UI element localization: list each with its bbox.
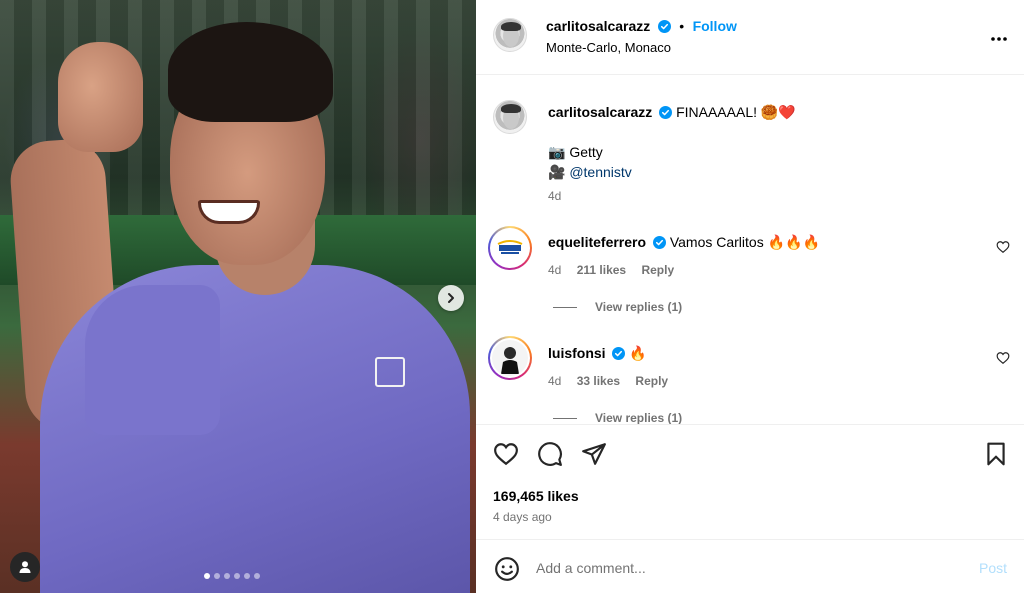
comment-2-author[interactable]: luisfonsi: [548, 345, 606, 361]
chevron-right-icon: [448, 293, 454, 303]
comments-list[interactable]: carlitosalcarazz FINAAAAAL! 🥮❤️ 📷 Getty …: [476, 76, 1024, 424]
save-bookmark-icon[interactable]: [983, 441, 1009, 467]
comment-1-text-row: equeliteferrero Vamos Carlitos 🔥🔥🔥: [548, 233, 968, 251]
author-username[interactable]: carlitosalcarazz: [546, 18, 650, 34]
comment-2-reply-button[interactable]: Reply: [635, 374, 668, 388]
like-comment-2-heart-icon[interactable]: [996, 351, 1010, 365]
author-avatar[interactable]: [493, 18, 527, 52]
replies-divider-line: [553, 306, 577, 308]
comment-1-meta: 4d 211 likes Reply: [548, 263, 1024, 277]
video-camera-emoji-icon: 🎥: [548, 164, 570, 180]
carousel-dot: [214, 573, 220, 579]
comment-1-time[interactable]: 4d: [548, 263, 561, 277]
comment-2-text-row: luisfonsi 🔥: [548, 344, 968, 362]
person-photo-icon: [501, 347, 519, 374]
photo-sleeve: [85, 285, 220, 435]
more-options-button[interactable]: [990, 26, 1008, 46]
header-name-row: carlitosalcarazz • Follow: [546, 18, 737, 36]
verified-badge-icon: [657, 20, 671, 33]
post-timestamp[interactable]: 4 days ago: [493, 510, 552, 524]
carousel-dot: [224, 573, 230, 579]
like-comment-1-heart-icon[interactable]: [996, 240, 1010, 254]
comment-2-time[interactable]: 4d: [548, 374, 561, 388]
tagged-users-button[interactable]: [10, 552, 40, 582]
verified-badge-icon: [652, 236, 666, 249]
post-header: carlitosalcarazz • Follow Monte-Carlo, M…: [476, 0, 1024, 75]
commenter-avatar-ferrero[interactable]: [488, 226, 532, 270]
photo-hair: [168, 22, 333, 122]
caption-author[interactable]: carlitosalcarazz: [548, 104, 652, 120]
caption-credit-photo: 📷 Getty: [548, 143, 1024, 161]
comment-2-view-replies-label: View replies (1): [595, 411, 683, 424]
commenter-avatar-luisfonsi[interactable]: [488, 336, 532, 380]
photo-credit: Getty: [569, 144, 603, 160]
caption-credit-video: 🎥 @tennistv: [548, 163, 1024, 181]
comment-2-meta: 4d 33 likes Reply: [548, 374, 1024, 388]
caption-avatar[interactable]: [493, 100, 527, 134]
comment-1-view-replies[interactable]: View replies (1): [553, 300, 682, 314]
carousel-dot: [244, 573, 250, 579]
replies-divider-line: [553, 417, 577, 419]
comment-2-likes[interactable]: 33 likes: [577, 374, 620, 388]
comment-bubble-icon[interactable]: [537, 441, 563, 467]
verified-badge-icon: [612, 347, 626, 360]
share-paper-plane-icon[interactable]: [581, 441, 607, 467]
like-count[interactable]: 169,465 likes: [493, 488, 579, 504]
carousel-indicators: [204, 573, 260, 579]
more-horizontal-icon: [991, 37, 1007, 41]
caption-time[interactable]: 4d: [548, 189, 1024, 203]
next-slide-button[interactable]: [438, 285, 464, 311]
emoji-smiley-icon[interactable]: [494, 556, 520, 582]
comment-1-text: Vamos Carlitos 🔥🔥🔥: [669, 234, 820, 250]
caption-text: FINAAAAAL! 🥮❤️: [676, 104, 796, 120]
camera-emoji-icon: 📷: [548, 144, 570, 160]
comment-2-text: 🔥: [629, 345, 647, 361]
caption-text-row: carlitosalcarazz FINAAAAAL! 🥮❤️: [548, 103, 1008, 121]
comment-composer: Post: [476, 539, 1024, 593]
comment-2-view-replies[interactable]: View replies (1): [553, 411, 682, 424]
comment-1-reply-button[interactable]: Reply: [641, 263, 674, 277]
follow-button[interactable]: Follow: [693, 18, 737, 34]
ferrero-logo-icon: [497, 240, 523, 254]
like-heart-icon[interactable]: [493, 441, 519, 467]
shirt-logo: [375, 357, 405, 387]
post-side-panel: carlitosalcarazz • Follow Monte-Carlo, M…: [476, 0, 1024, 593]
post-actions: 169,465 likes 4 days ago: [476, 424, 1024, 539]
carousel-dot: [254, 573, 260, 579]
comment-1-view-replies-label: View replies (1): [595, 300, 683, 314]
header-separator: •: [679, 18, 685, 34]
verified-badge-icon: [659, 106, 673, 119]
carousel-dot-active: [204, 573, 210, 579]
post-location[interactable]: Monte-Carlo, Monaco: [546, 40, 671, 55]
carousel-dot: [234, 573, 240, 579]
comment-1-likes[interactable]: 211 likes: [577, 263, 626, 277]
tennistv-mention-link[interactable]: @tennistv: [569, 164, 631, 180]
comment-1-author[interactable]: equeliteferrero: [548, 234, 646, 250]
user-icon: [19, 561, 31, 573]
photo-fist: [58, 42, 143, 152]
post-comment-button[interactable]: Post: [979, 560, 1007, 576]
comment-input[interactable]: [536, 554, 956, 582]
post-photo[interactable]: [0, 0, 476, 593]
